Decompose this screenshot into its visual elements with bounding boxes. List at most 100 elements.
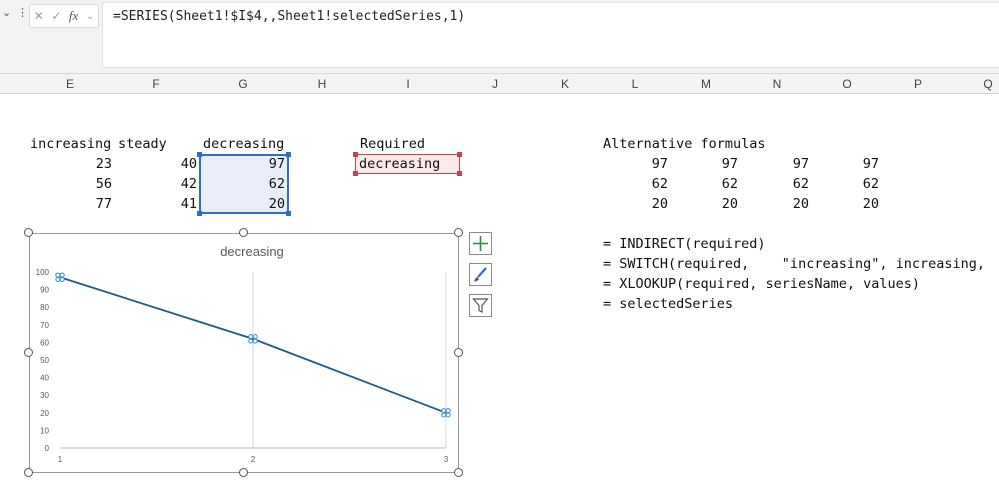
alt-cell[interactable]: 20 [690, 194, 738, 214]
column-header-o[interactable]: O [842, 77, 851, 91]
alt-cell[interactable]: 62 [620, 174, 668, 194]
formula-text-switch[interactable]: = SWITCH(required, "increasing", increas… [603, 254, 985, 274]
alt-cell[interactable]: 20 [761, 194, 809, 214]
alt-cell[interactable]: 97 [620, 154, 668, 174]
y-tick-label: 70 [40, 321, 49, 330]
more-options-icon[interactable]: ⋮ [17, 6, 28, 19]
alt-cell[interactable]: 20 [620, 194, 668, 214]
formula-bar: ⌄ ⋮ ✕ ✓ fx ⌄ =SERIES(Sheet1!$I$4,,Sheet1… [0, 0, 999, 74]
reference-handle[interactable] [353, 152, 358, 157]
column-header-e[interactable]: E [66, 77, 74, 91]
brush-icon [474, 267, 487, 282]
formula-input[interactable]: =SERIES(Sheet1!$I$4,,Sheet1!selectedSeri… [102, 2, 999, 68]
chart-resize-handle[interactable] [24, 468, 33, 477]
header-increasing[interactable]: increasing [30, 134, 111, 154]
alt-cell[interactable]: 97 [831, 154, 879, 174]
x-tick-label: 2 [251, 455, 256, 464]
header-decreasing[interactable]: decreasing [203, 134, 284, 154]
data-point-marker [252, 334, 258, 340]
selection-handle[interactable] [197, 211, 202, 216]
column-header-j[interactable]: J [492, 77, 498, 91]
cell-f5[interactable]: 40 [140, 154, 197, 174]
y-tick-label: 100 [36, 268, 50, 277]
column-header-g[interactable]: G [238, 77, 247, 91]
chart-resize-handle[interactable] [454, 468, 463, 477]
column-header-l[interactable]: L [632, 77, 639, 91]
header-required[interactable]: Required [360, 134, 425, 154]
insert-function-icon[interactable]: fx [69, 8, 78, 24]
alt-cell[interactable]: 20 [831, 194, 879, 214]
y-tick-label: 60 [40, 338, 49, 347]
selection-handle[interactable] [286, 211, 291, 216]
data-point-marker [59, 272, 65, 278]
column-header-h[interactable]: H [318, 77, 327, 91]
y-tick-label: 40 [40, 374, 49, 383]
formula-text-xlookup[interactable]: = XLOOKUP(required, seriesName, values) [603, 274, 920, 294]
data-point-marker [445, 408, 451, 414]
reference-handle[interactable] [353, 171, 358, 176]
y-tick-label: 0 [45, 444, 50, 453]
cell-e6[interactable]: 56 [60, 174, 112, 194]
chart-resize-handle[interactable] [454, 228, 463, 237]
header-steady[interactable]: steady [118, 134, 167, 154]
required-value-cell[interactable]: decreasing [359, 154, 440, 174]
column-header-f[interactable]: F [152, 77, 159, 91]
alt-cell[interactable]: 62 [831, 174, 879, 194]
data-point-marker [59, 276, 65, 282]
chart-styles-button[interactable] [469, 263, 492, 286]
line-chart[interactable]: decreasing 0 10 20 30 40 50 60 70 80 90 100 1 2 3 [29, 233, 459, 473]
chart-filters-button[interactable] [469, 294, 492, 317]
data-point-marker [248, 334, 254, 340]
data-point-marker [445, 412, 451, 418]
data-point-marker [248, 338, 254, 344]
alt-cell[interactable]: 97 [761, 154, 809, 174]
alt-cell[interactable]: 97 [690, 154, 738, 174]
data-point-marker [441, 408, 447, 414]
cancel-icon[interactable]: ✕ [34, 9, 44, 23]
x-tick-label: 1 [58, 455, 63, 464]
column-header-k[interactable]: K [561, 77, 569, 91]
y-tick-label: 30 [40, 391, 49, 400]
header-alternative-formulas[interactable]: Alternative formulas [603, 134, 766, 154]
data-point-marker [441, 412, 447, 418]
selection-handle[interactable] [286, 152, 291, 157]
data-point-marker [55, 272, 61, 278]
cell-g7[interactable]: 20 [220, 194, 285, 214]
y-tick-label: 20 [40, 409, 49, 418]
x-tick-label: 3 [444, 455, 449, 464]
cell-e5[interactable]: 23 [60, 154, 112, 174]
chart-title: decreasing [220, 244, 284, 259]
data-point-marker [252, 338, 258, 344]
column-header-n[interactable]: N [773, 77, 782, 91]
chart-resize-handle[interactable] [239, 228, 248, 237]
enter-icon[interactable]: ✓ [51, 9, 61, 23]
formula-text-selectedseries[interactable]: = selectedSeries [603, 294, 733, 314]
y-tick-label: 10 [40, 426, 49, 435]
formula-text-indirect[interactable]: = INDIRECT(required) [603, 234, 766, 254]
chart-svg: decreasing 0 10 20 30 40 50 60 70 80 90 100 1 2 3 [36, 244, 451, 464]
cell-g5[interactable]: 97 [220, 154, 285, 174]
chart-resize-handle[interactable] [24, 228, 33, 237]
cell-f7[interactable]: 41 [140, 194, 197, 214]
plus-icon [473, 236, 488, 251]
chart-elements-button[interactable] [469, 232, 492, 255]
cell-e7[interactable]: 77 [60, 194, 112, 214]
reference-handle[interactable] [457, 152, 462, 157]
chevron-down-icon[interactable]: ⌄ [2, 6, 11, 19]
chevron-down-icon[interactable]: ⌄ [86, 11, 94, 22]
chart-resize-handle[interactable] [24, 348, 33, 357]
chart-resize-handle[interactable] [239, 468, 248, 477]
alt-cell[interactable]: 62 [761, 174, 809, 194]
filter-icon [472, 298, 489, 313]
column-header-m[interactable]: M [701, 77, 711, 91]
column-header-p[interactable]: P [914, 77, 922, 91]
selection-handle[interactable] [197, 152, 202, 157]
formula-actions: ✕ ✓ fx ⌄ [29, 4, 99, 28]
reference-handle[interactable] [457, 171, 462, 176]
column-header-i[interactable]: I [406, 77, 409, 91]
alt-cell[interactable]: 62 [690, 174, 738, 194]
column-header-q[interactable]: Q [983, 77, 992, 91]
cell-g6[interactable]: 62 [220, 174, 285, 194]
cell-f6[interactable]: 42 [140, 174, 197, 194]
chart-resize-handle[interactable] [454, 348, 463, 357]
